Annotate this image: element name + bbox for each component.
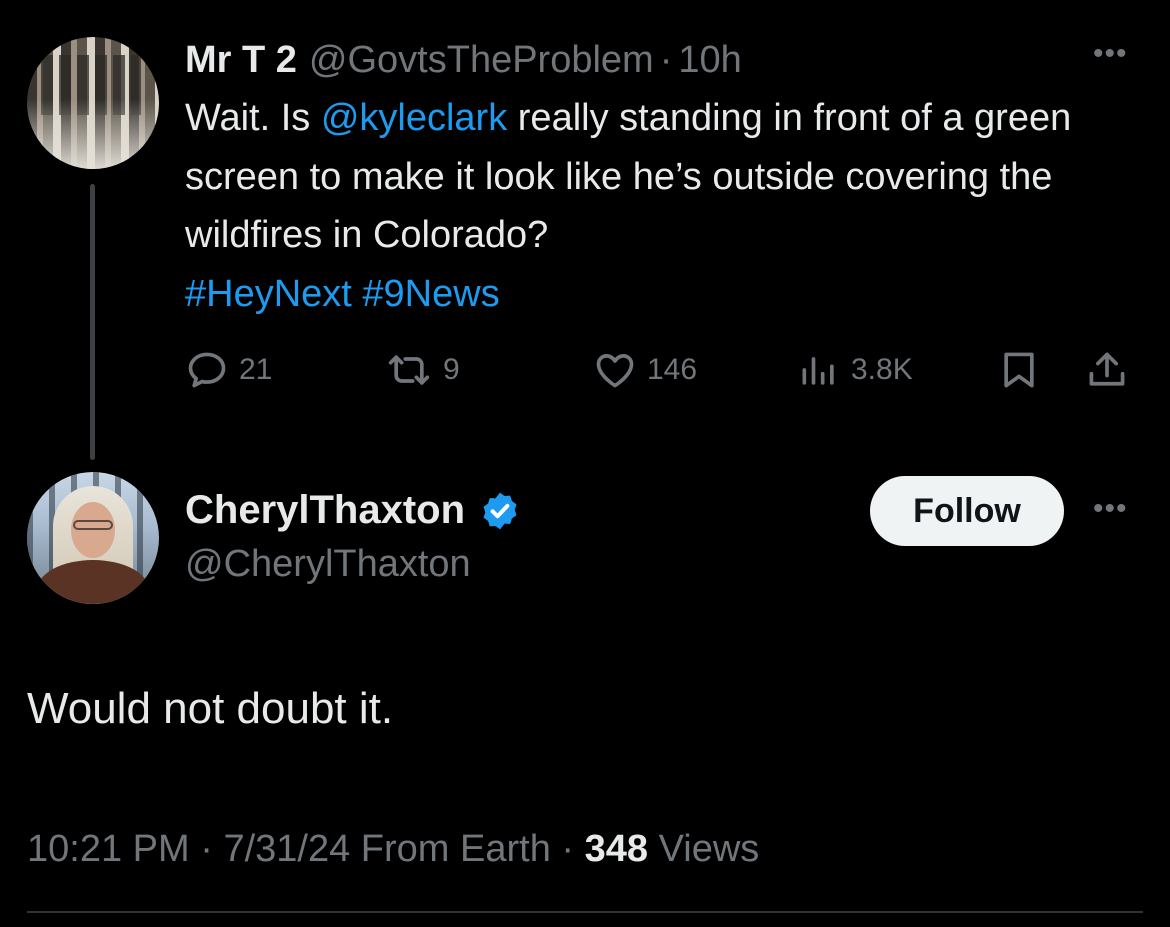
parent-tweet-header: Mr T 2 @GovtsTheProblem · 10h bbox=[185, 36, 742, 84]
reply-display-name[interactable]: CherylThaxton bbox=[185, 488, 465, 533]
more-options-icon[interactable]: ••• bbox=[1093, 37, 1128, 71]
repost-count: 9 bbox=[443, 353, 460, 386]
parent-timestamp[interactable]: 10h bbox=[678, 39, 741, 82]
share-button[interactable] bbox=[1085, 344, 1129, 396]
hashtag-link-heynext[interactable]: #HeyNext bbox=[185, 273, 352, 315]
reply-views-count: 348 bbox=[584, 828, 649, 870]
like-icon bbox=[596, 354, 634, 388]
meta-separator: · bbox=[200, 828, 213, 870]
parent-display-name[interactable]: Mr T 2 bbox=[185, 39, 297, 82]
tweet-text-start: Wait. Is bbox=[185, 97, 321, 139]
parent-tweet-text: Wait. Is @kyleclark really standing in f… bbox=[185, 89, 1145, 323]
tweet-source: From Earth bbox=[360, 828, 551, 870]
reply-views-label: Views bbox=[658, 828, 760, 870]
follow-button[interactable]: Follow bbox=[870, 476, 1064, 546]
header-separator: · bbox=[659, 38, 673, 81]
views-button[interactable]: 3.8K bbox=[797, 344, 913, 396]
verified-badge-icon[interactable] bbox=[479, 490, 521, 532]
hashtag-link-9news[interactable]: #9News bbox=[362, 273, 499, 315]
bottom-divider bbox=[27, 911, 1143, 913]
avatar-face bbox=[71, 502, 115, 558]
reply-count: 21 bbox=[239, 353, 273, 386]
share-icon bbox=[1089, 352, 1125, 386]
like-button[interactable]: 146 bbox=[593, 344, 697, 396]
reply-icon bbox=[188, 352, 226, 388]
tweet-action-bar: 21 9 146 3.8K bbox=[185, 344, 1140, 396]
avatar-cherylthaxton[interactable] bbox=[27, 472, 159, 604]
more-options-icon[interactable]: ••• bbox=[1093, 492, 1128, 526]
repost-icon bbox=[388, 355, 430, 385]
avatar-mr-t-2[interactable] bbox=[27, 37, 159, 169]
reply-button[interactable]: 21 bbox=[185, 344, 272, 396]
avatar-glasses bbox=[73, 520, 113, 530]
like-count: 146 bbox=[647, 353, 698, 386]
views-icon bbox=[802, 357, 834, 385]
bookmark-button[interactable] bbox=[997, 344, 1041, 396]
tweet-metadata: 10:21 PM · 7/31/24 From Earth · 348 View… bbox=[27, 828, 759, 871]
reply-tweet-text: Would not doubt it. bbox=[27, 684, 394, 733]
reply-handle[interactable]: @CherylThaxton bbox=[185, 543, 471, 586]
meta-separator: · bbox=[561, 828, 575, 870]
parent-handle[interactable]: @GovtsTheProblem bbox=[309, 39, 654, 82]
reply-author-name-row: CherylThaxton bbox=[185, 488, 521, 533]
bookmark-icon bbox=[1004, 352, 1034, 388]
thread-connector-line bbox=[90, 184, 95, 460]
views-count: 3.8K bbox=[851, 353, 913, 386]
repost-button[interactable]: 9 bbox=[385, 344, 460, 396]
tweet-date[interactable]: 7/31/24 bbox=[223, 828, 350, 870]
tweet-time[interactable]: 10:21 PM bbox=[27, 828, 190, 870]
avatar-image-shade bbox=[27, 99, 159, 169]
mention-link[interactable]: @kyleclark bbox=[321, 97, 507, 139]
